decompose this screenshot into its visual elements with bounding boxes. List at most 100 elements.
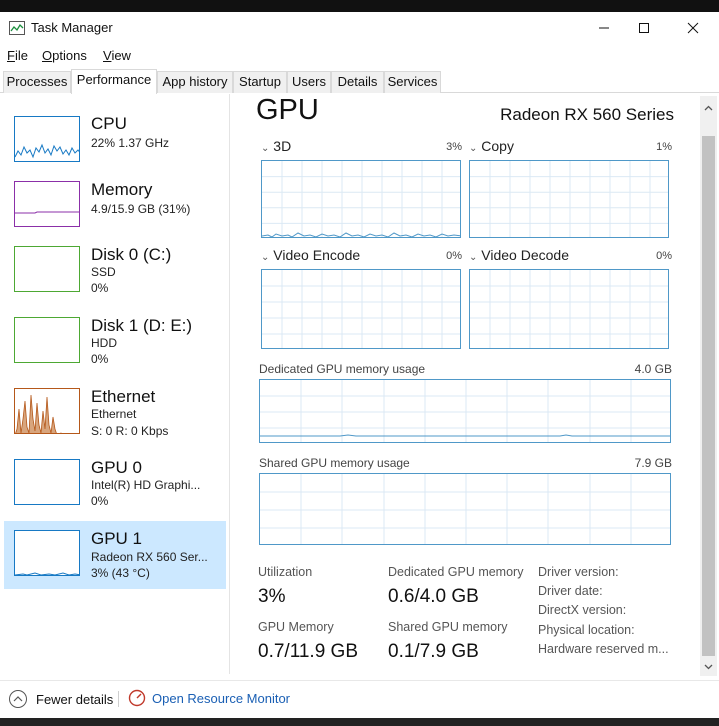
gpu-memory-label: GPU Memory (258, 620, 334, 634)
cpu-thumbnail (14, 116, 80, 162)
chevron-down-icon: ⌄ (261, 143, 270, 154)
open-resource-monitor-link[interactable]: Open Resource Monitor (128, 689, 290, 707)
resource-monitor-icon (128, 689, 146, 707)
engine-video-encode-label: Video Encode (273, 247, 361, 263)
footer-divider (118, 691, 119, 707)
engine-3d-graph-canvas (262, 161, 460, 237)
sidebar-disk0-type: SSD (91, 265, 116, 279)
collapse-chevron-icon (9, 690, 27, 708)
window-title: Task Manager (31, 20, 113, 35)
engine-3d-selector[interactable]: ⌄ 3D (261, 138, 291, 154)
tab-details[interactable]: Details (331, 71, 384, 93)
sidebar-cpu-name: CPU (91, 114, 127, 133)
sidebar-item-disk0[interactable]: Disk 0 (C:) SSD 0% (4, 241, 226, 311)
gpu1-thumbnail (14, 530, 80, 576)
scroll-up-icon[interactable] (704, 104, 713, 113)
sidebar-ethernet-name: Ethernet (91, 387, 156, 406)
sidebar-disk0-usage: 0% (91, 281, 109, 295)
sidebar-disk1-usage: 0% (91, 352, 109, 366)
dedicated-memory-graph-label: Dedicated GPU memory usage (259, 362, 426, 376)
utilization-label: Utilization (258, 565, 313, 579)
scrollbar-thumb[interactable] (702, 136, 715, 656)
maximize-button[interactable] (621, 12, 667, 44)
engine-video-encode-selector[interactable]: ⌄ Video Encode (261, 247, 360, 263)
gpu-detail-panel: GPU Radeon RX 560 Series ⌄ 3D 3% ⌄ Copy … (230, 94, 700, 674)
maximize-icon (639, 23, 649, 33)
sidebar-disk1-type: HDD (91, 336, 117, 350)
engine-3d-label: 3D (273, 138, 292, 154)
gpu-model-name: Radeon RX 560 Series (500, 105, 674, 124)
sidebar-item-gpu1[interactable]: GPU 1 Radeon RX 560 Ser... 3% (43 °C) (4, 521, 226, 589)
engine-copy-percent: 1% (656, 141, 672, 153)
engine-video-decode-label: Video Decode (481, 247, 569, 263)
engine-copy-label: Copy (481, 138, 514, 154)
engine-video-encode-graph-canvas (262, 270, 460, 348)
engine-video-encode-graph (261, 269, 461, 349)
scroll-down-icon[interactable] (704, 662, 713, 671)
directx-version-label: DirectX version: (538, 603, 627, 617)
sidebar-ethernet-adapter: Ethernet (91, 407, 137, 421)
gpu-memory-value: 0.7/11.9 GB (258, 641, 358, 662)
minimize-icon (599, 27, 609, 29)
engine-video-decode-selector[interactable]: ⌄ Video Decode (469, 247, 569, 263)
tab-app-history[interactable]: App history (157, 71, 233, 93)
sidebar-disk1-name: Disk 1 (D: E:) (91, 316, 193, 335)
engine-video-decode-percent: 0% (656, 250, 672, 262)
memory-thumbnail-graph (15, 211, 79, 214)
engine-video-encode-percent: 0% (446, 250, 462, 262)
cpu-thumbnail-graph (15, 143, 79, 159)
menu-view[interactable]: View (103, 48, 131, 63)
menu-options[interactable]: Options (42, 48, 87, 63)
tab-users[interactable]: Users (287, 71, 331, 93)
sidebar-cpu-detail: 22% 1.37 GHz (91, 136, 170, 150)
engine-copy-graph (469, 160, 669, 238)
chevron-down-icon: ⌄ (261, 252, 270, 263)
sidebar-gpu0-model: Intel(R) HD Graphi... (91, 478, 201, 492)
vertical-scrollbar[interactable] (700, 96, 717, 676)
engine-copy-selector[interactable]: ⌄ Copy (469, 138, 514, 154)
dedicated-memory-graph-max: 4.0 GB (634, 362, 672, 376)
chevron-down-icon: ⌄ (469, 143, 478, 154)
open-resource-monitor-label: Open Resource Monitor (152, 690, 291, 706)
page-title: GPU (256, 94, 319, 126)
engine-video-decode-graph (469, 269, 669, 349)
sidebar-item-gpu0[interactable]: GPU 0 Intel(R) HD Graphi... 0% (4, 454, 226, 524)
engine-3d-percent: 3% (446, 141, 462, 153)
physical-location-label: Physical location: (538, 623, 635, 637)
menu-file[interactable]: File (7, 48, 28, 63)
sidebar-item-cpu[interactable]: CPU 22% 1.37 GHz (4, 110, 226, 180)
tab-bar: Processes Performance App history Startu… (0, 69, 719, 94)
resource-sidebar: CPU 22% 1.37 GHz Memory 4.9/15.9 GB (31%… (4, 94, 230, 674)
sidebar-gpu0-usage: 0% (91, 494, 109, 508)
tab-performance[interactable]: Performance (71, 69, 157, 94)
fewer-details-label: Fewer details (36, 691, 114, 707)
ethernet-thumbnail-graph (15, 394, 62, 433)
sidebar-item-disk1[interactable]: Disk 1 (D: E:) HDD 0% (4, 312, 226, 382)
sidebar-item-ethernet[interactable]: Ethernet Ethernet S: 0 R: 0 Kbps (4, 383, 226, 453)
utilization-value: 3% (258, 586, 286, 607)
gpu1-thumbnail-graph (15, 572, 79, 575)
gpu0-thumbnail (14, 459, 80, 505)
engine-video-decode-graph-canvas (470, 270, 668, 348)
fewer-details-button[interactable]: Fewer details (8, 689, 113, 709)
sidebar-gpu1-name: GPU 1 (91, 529, 143, 548)
tab-processes[interactable]: Processes (3, 71, 71, 93)
sidebar-gpu0-name: GPU 0 (91, 458, 143, 477)
sidebar-item-memory[interactable]: Memory 4.9/15.9 GB (31%) (4, 176, 226, 246)
tab-startup[interactable]: Startup (233, 71, 287, 93)
menu-bar: File Options View (0, 44, 719, 66)
title-bar: Task Manager (0, 12, 719, 44)
shared-memory-label: Shared GPU memory (388, 620, 508, 634)
disk1-thumbnail (14, 317, 80, 363)
memory-thumbnail (14, 181, 80, 227)
sidebar-gpu1-usage: 3% (43 °C) (91, 566, 150, 580)
dedicated-memory-label: Dedicated GPU memory (388, 565, 524, 579)
sidebar-memory-name: Memory (91, 180, 153, 199)
tab-services[interactable]: Services (384, 71, 441, 93)
engine-copy-graph-canvas (470, 161, 668, 237)
shared-memory-graph-max: 7.9 GB (634, 456, 672, 470)
close-button[interactable] (670, 12, 716, 44)
disk0-thumbnail (14, 246, 80, 292)
screen-bottom-edge (0, 718, 719, 726)
driver-version-label: Driver version: (538, 565, 619, 579)
